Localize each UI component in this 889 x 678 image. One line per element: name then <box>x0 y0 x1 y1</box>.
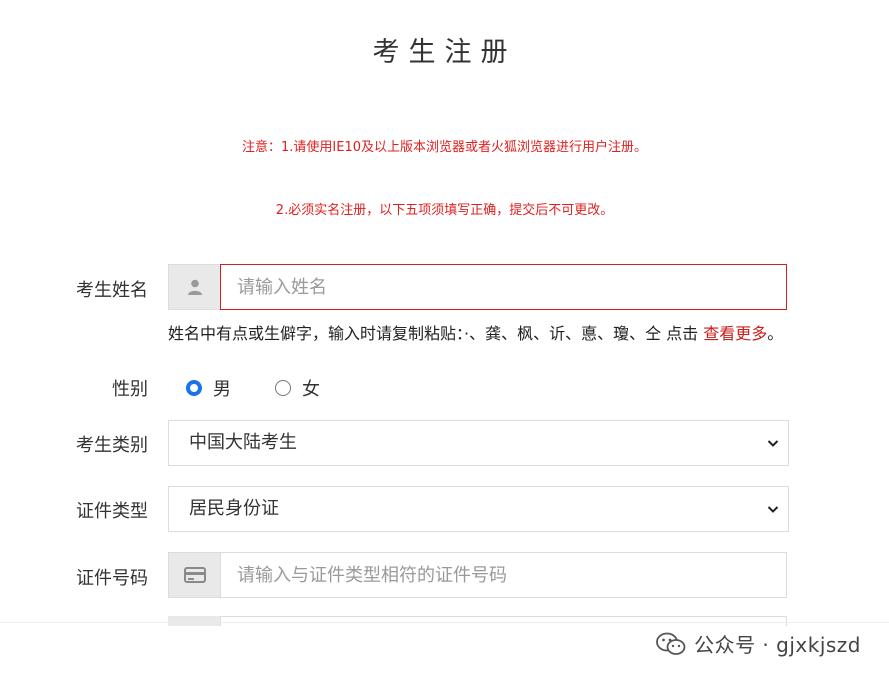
chevron-down-icon <box>767 506 779 513</box>
id-number-input[interactable] <box>220 552 787 598</box>
name-label: 考生姓名 <box>76 280 148 301</box>
id-number-label: 证件号码 <box>76 568 148 589</box>
wechat-icon <box>656 632 686 655</box>
watermark-text: 公众号 · gjxkjszd <box>694 633 861 657</box>
id-type-select[interactable]: 居民身份证 <box>168 486 789 532</box>
id-card-icon <box>183 567 206 583</box>
gender-female-label: 女 <box>302 379 320 400</box>
gender-option-male[interactable]: 男 <box>186 375 231 401</box>
gender-label: 性别 <box>112 379 148 400</box>
radio-male[interactable] <box>186 380 202 396</box>
next-field-input[interactable] <box>220 616 787 626</box>
name-hint-text: 姓名中有点或生僻字，输入时请复制粘贴：·、龚、枫、䜣、悳、瓊、仝 点击 <box>168 324 699 343</box>
category-select[interactable]: 中国大陆考生 <box>168 420 789 466</box>
view-more-link[interactable]: 查看更多 <box>703 324 767 343</box>
next-field-addon <box>168 616 220 626</box>
name-addon <box>168 264 220 310</box>
category-label: 考生类别 <box>76 435 148 456</box>
name-hint: 姓名中有点或生僻字，输入时请复制粘贴：·、龚、枫、䜣、悳、瓊、仝 点击 查看更多… <box>168 320 783 344</box>
category-value: 中国大陆考生 <box>189 432 297 453</box>
user-icon <box>187 279 202 295</box>
gender-option-female[interactable]: 女 <box>275 375 320 401</box>
notice-browser: 注意：1.请使用IE10及以上版本浏览器或者火狐浏览器进行用户注册。 <box>242 140 647 155</box>
watermark: 公众号 · gjxkjszd <box>656 629 861 658</box>
id-type-value: 居民身份证 <box>189 498 279 519</box>
name-input[interactable] <box>220 264 787 310</box>
gender-radio-group: 男 女 <box>186 375 320 401</box>
gender-male-label: 男 <box>213 379 231 400</box>
page-title: 考生注册 <box>372 37 517 68</box>
radio-female[interactable] <box>275 380 291 396</box>
id-number-addon <box>168 552 220 598</box>
notice-realname: 2.必须实名注册，以下五项须填写正确，提交后不可更改。 <box>275 203 614 218</box>
chevron-down-icon <box>767 440 779 447</box>
id-type-label: 证件类型 <box>76 501 148 522</box>
divider <box>0 622 889 623</box>
name-hint-end: 。 <box>767 324 784 343</box>
